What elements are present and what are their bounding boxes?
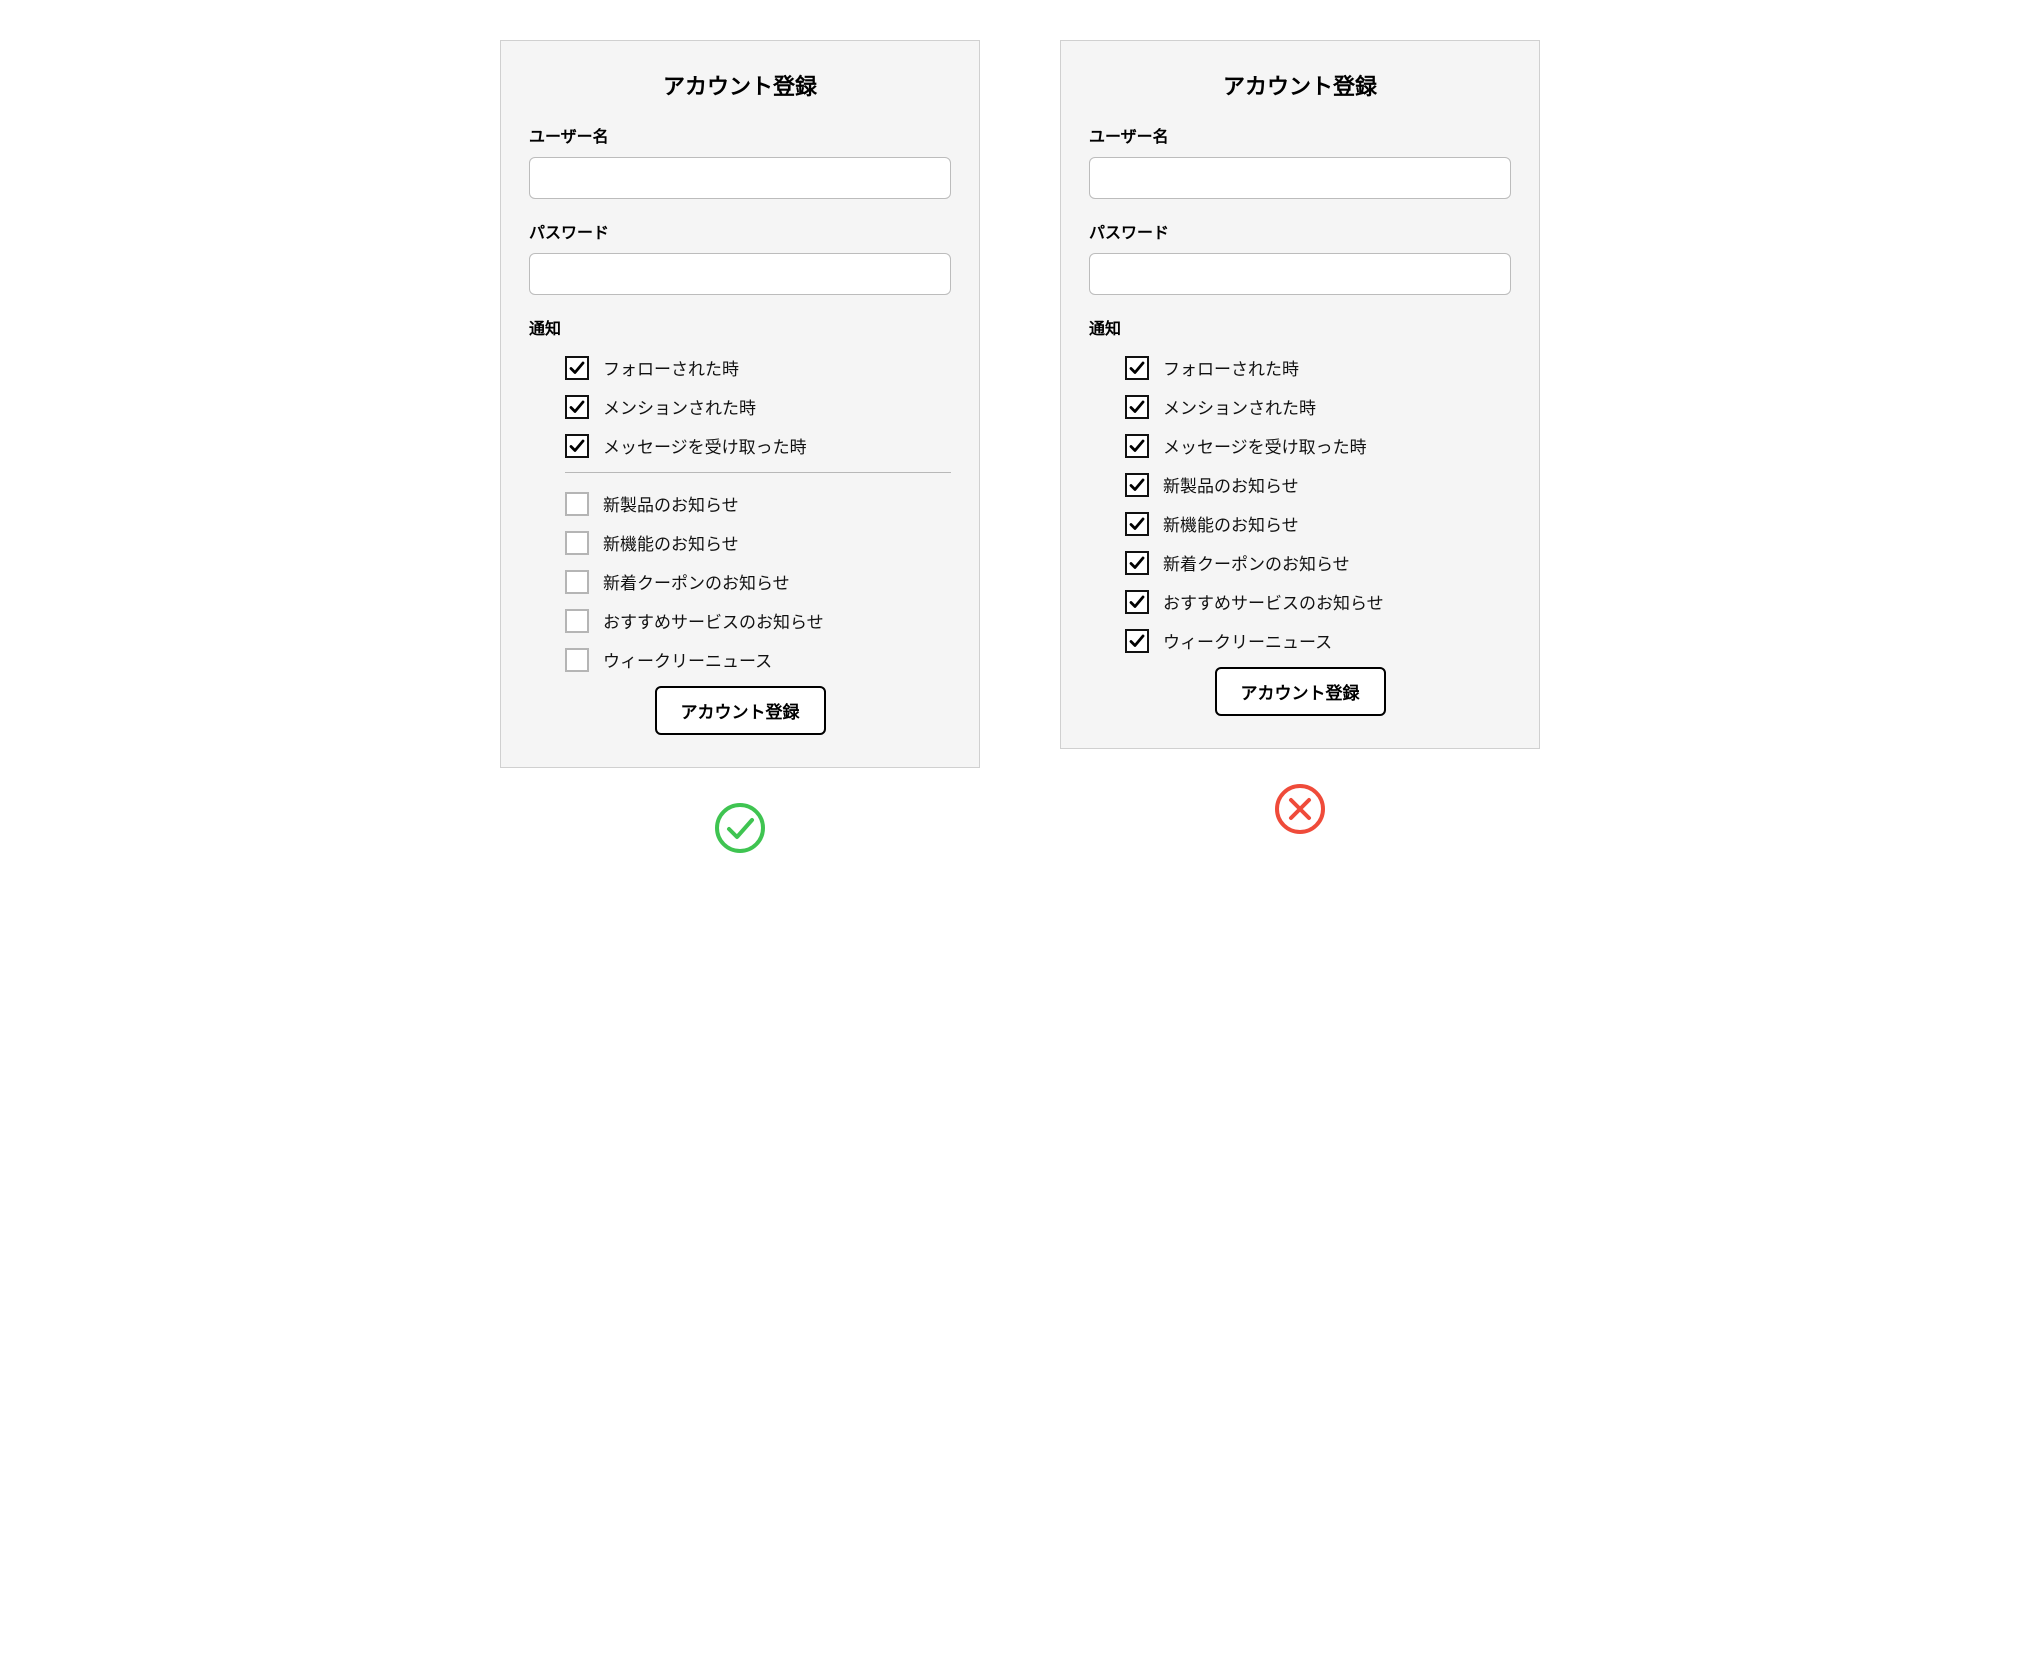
checkbox-label: 新機能のお知らせ — [603, 530, 739, 555]
checkbox-row: おすすめサービスのお知らせ — [1125, 589, 1511, 614]
bad-checkbox-list: フォローされた時メンションされた時メッセージを受け取った時新製品のお知らせ新機能… — [1089, 355, 1511, 653]
checkbox-label: おすすめサービスのお知らせ — [603, 608, 824, 633]
checkbox-label: フォローされた時 — [603, 355, 739, 380]
bad-username-label: ユーザー名 — [1089, 123, 1511, 147]
checkbox-label: 新機能のお知らせ — [1163, 511, 1299, 536]
good-username-label: ユーザー名 — [529, 123, 951, 147]
good-panel: アカウント登録 ユーザー名 パスワード 通知 フォローされた時メンションされた時… — [500, 40, 980, 768]
good-divider — [565, 472, 951, 473]
checkbox-label: フォローされた時 — [1163, 355, 1299, 380]
checkbox-label: メッセージを受け取った時 — [1163, 433, 1367, 458]
bad-password-group: パスワード — [1089, 219, 1511, 295]
checkbox-label: 新着クーポンのお知らせ — [603, 569, 790, 594]
checkbox[interactable] — [1125, 356, 1149, 380]
comparison-wrapper: アカウント登録 ユーザー名 パスワード 通知 フォローされた時メンションされた時… — [40, 40, 2000, 859]
checkbox-label: おすすめサービスのお知らせ — [1163, 589, 1384, 614]
good-password-group: パスワード — [529, 219, 951, 295]
checkbox-label: メッセージを受け取った時 — [603, 433, 807, 458]
good-verdict-icon — [714, 802, 766, 859]
checkbox-row: 新機能のお知らせ — [1125, 511, 1511, 536]
good-checkbox-group1: フォローされた時メンションされた時メッセージを受け取った時 — [529, 355, 951, 458]
good-column: アカウント登録 ユーザー名 パスワード 通知 フォローされた時メンションされた時… — [500, 40, 980, 859]
bad-verdict-icon — [1274, 783, 1326, 840]
good-submit-button[interactable]: アカウント登録 — [655, 686, 826, 735]
checkbox-row: メッセージを受け取った時 — [565, 433, 951, 458]
checkbox-row: 新着クーポンのお知らせ — [1125, 550, 1511, 575]
good-password-input[interactable] — [529, 253, 951, 295]
good-checkbox-group2: 新製品のお知らせ新機能のお知らせ新着クーポンのお知らせおすすめサービスのお知らせ… — [529, 491, 951, 672]
checkbox-row: 新機能のお知らせ — [565, 530, 951, 555]
good-username-group: ユーザー名 — [529, 123, 951, 199]
bad-password-input[interactable] — [1089, 253, 1511, 295]
checkbox[interactable] — [565, 434, 589, 458]
checkbox[interactable] — [565, 570, 589, 594]
checkbox-row: メッセージを受け取った時 — [1125, 433, 1511, 458]
checkbox[interactable] — [1125, 395, 1149, 419]
checkbox-row: ウィークリーニュース — [1125, 628, 1511, 653]
checkbox-row: メンションされた時 — [1125, 394, 1511, 419]
checkbox-label: 新着クーポンのお知らせ — [1163, 550, 1350, 575]
bad-column: アカウント登録 ユーザー名 パスワード 通知 フォローされた時メンションされた時… — [1060, 40, 1540, 840]
checkbox[interactable] — [1125, 629, 1149, 653]
checkbox-label: メンションされた時 — [603, 394, 756, 419]
checkbox-row: メンションされた時 — [565, 394, 951, 419]
good-notify-label: 通知 — [529, 315, 951, 339]
checkbox[interactable] — [1125, 551, 1149, 575]
checkbox-label: メンションされた時 — [1163, 394, 1316, 419]
bad-submit-row: アカウント登録 — [1089, 667, 1511, 716]
checkbox[interactable] — [565, 609, 589, 633]
checkbox[interactable] — [565, 395, 589, 419]
checkbox[interactable] — [565, 492, 589, 516]
bad-password-label: パスワード — [1089, 219, 1511, 243]
checkbox[interactable] — [565, 531, 589, 555]
checkbox-row: 新着クーポンのお知らせ — [565, 569, 951, 594]
good-submit-row: アカウント登録 — [529, 686, 951, 735]
checkbox[interactable] — [565, 648, 589, 672]
checkbox[interactable] — [1125, 512, 1149, 536]
checkbox-row: 新製品のお知らせ — [565, 491, 951, 516]
checkbox[interactable] — [1125, 473, 1149, 497]
checkbox[interactable] — [1125, 590, 1149, 614]
checkbox-label: 新製品のお知らせ — [1163, 472, 1299, 497]
good-username-input[interactable] — [529, 157, 951, 199]
checkbox-row: フォローされた時 — [565, 355, 951, 380]
x-circle-icon — [1274, 783, 1326, 835]
bad-notify-label: 通知 — [1089, 315, 1511, 339]
good-panel-title: アカウント登録 — [529, 69, 951, 101]
bad-panel-title: アカウント登録 — [1089, 69, 1511, 101]
bad-username-group: ユーザー名 — [1089, 123, 1511, 199]
bad-panel: アカウント登録 ユーザー名 パスワード 通知 フォローされた時メンションされた時… — [1060, 40, 1540, 749]
checkbox-row: フォローされた時 — [1125, 355, 1511, 380]
checkbox-row: おすすめサービスのお知らせ — [565, 608, 951, 633]
bad-username-input[interactable] — [1089, 157, 1511, 199]
checkbox-label: 新製品のお知らせ — [603, 491, 739, 516]
checkbox[interactable] — [565, 356, 589, 380]
checkbox[interactable] — [1125, 434, 1149, 458]
good-password-label: パスワード — [529, 219, 951, 243]
checkbox-label: ウィークリーニュース — [1163, 628, 1332, 653]
checkbox-row: 新製品のお知らせ — [1125, 472, 1511, 497]
checkbox-label: ウィークリーニュース — [603, 647, 772, 672]
checkbox-row: ウィークリーニュース — [565, 647, 951, 672]
checkmark-circle-icon — [714, 802, 766, 854]
bad-submit-button[interactable]: アカウント登録 — [1215, 667, 1386, 716]
